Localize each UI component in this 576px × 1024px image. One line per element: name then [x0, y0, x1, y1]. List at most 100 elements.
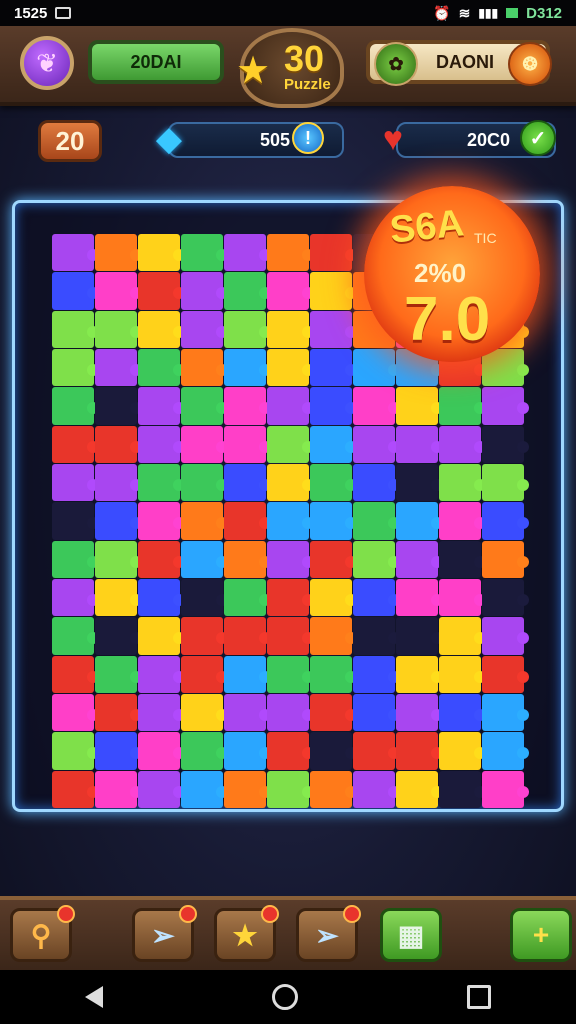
puzzle-piece[interactable]: [353, 693, 395, 732]
right-pill-button[interactable]: ✿ DAONI ❂: [366, 40, 552, 86]
puzzle-piece[interactable]: [396, 502, 438, 540]
puzzle-piece[interactable]: [95, 348, 137, 387]
puzzle-piece[interactable]: [267, 732, 309, 770]
puzzle-piece[interactable]: [439, 425, 481, 463]
puzzle-piece[interactable]: [482, 617, 524, 655]
puzzle-piece[interactable]: [95, 655, 137, 693]
puzzle-piece[interactable]: [439, 770, 481, 808]
puzzle-piece[interactable]: [224, 655, 266, 693]
puzzle-piece[interactable]: [267, 348, 309, 387]
puzzle-piece[interactable]: [267, 578, 309, 617]
puzzle-piece[interactable]: [396, 463, 438, 502]
puzzle-piece[interactable]: [95, 272, 137, 310]
puzzle-piece[interactable]: [267, 655, 309, 693]
puzzle-piece[interactable]: [310, 272, 352, 310]
puzzle-piece[interactable]: [52, 463, 94, 502]
paper-plane-button-2[interactable]: ➢: [296, 905, 361, 962]
puzzle-piece[interactable]: [181, 693, 223, 732]
puzzle-piece[interactable]: [52, 387, 94, 425]
puzzle-piece[interactable]: [396, 578, 438, 617]
puzzle-piece[interactable]: [224, 387, 266, 425]
puzzle-piece[interactable]: [310, 617, 352, 655]
add-button[interactable]: +: [510, 908, 572, 962]
puzzle-piece[interactable]: [482, 540, 524, 578]
puzzle-piece[interactable]: [439, 540, 481, 578]
puzzle-piece[interactable]: [95, 693, 137, 732]
puzzle-piece[interactable]: [138, 463, 180, 502]
puzzle-piece[interactable]: [353, 387, 395, 425]
puzzle-piece[interactable]: [267, 693, 309, 732]
puzzle-piece[interactable]: [396, 770, 438, 808]
puzzle-piece[interactable]: [439, 655, 481, 693]
puzzle-piece[interactable]: [52, 502, 94, 540]
puzzle-piece[interactable]: [439, 463, 481, 502]
puzzle-piece[interactable]: [310, 578, 352, 617]
puzzle-piece[interactable]: [482, 770, 524, 808]
puzzle-piece[interactable]: [181, 732, 223, 770]
puzzle-piece[interactable]: [95, 425, 137, 463]
puzzle-piece[interactable]: [52, 540, 94, 578]
puzzle-piece[interactable]: [138, 387, 180, 425]
puzzle-piece[interactable]: [396, 693, 438, 732]
box-button[interactable]: ▦: [380, 908, 442, 962]
puzzle-piece[interactable]: [439, 617, 481, 655]
puzzle-piece[interactable]: [52, 770, 94, 808]
puzzle-piece[interactable]: [482, 693, 524, 732]
puzzle-piece[interactable]: [310, 502, 352, 540]
puzzle-piece[interactable]: [267, 540, 309, 578]
puzzle-piece[interactable]: [138, 234, 180, 272]
puzzle-piece[interactable]: [353, 732, 395, 770]
puzzle-piece[interactable]: [181, 655, 223, 693]
check-icon[interactable]: ✓: [520, 120, 556, 156]
puzzle-piece[interactable]: [267, 387, 309, 425]
puzzle-piece[interactable]: [95, 310, 137, 348]
puzzle-piece[interactable]: [224, 234, 266, 272]
puzzle-piece[interactable]: [181, 578, 223, 617]
puzzle-piece[interactable]: [482, 732, 524, 770]
puzzle-piece[interactable]: [439, 693, 481, 732]
puzzle-piece[interactable]: [396, 540, 438, 578]
puzzle-piece[interactable]: [224, 770, 266, 808]
puzzle-piece[interactable]: [52, 272, 94, 310]
puzzle-piece[interactable]: [482, 655, 524, 693]
puzzle-piece[interactable]: [95, 540, 137, 578]
puzzle-piece[interactable]: [353, 348, 395, 387]
puzzle-piece[interactable]: [310, 655, 352, 693]
puzzle-piece[interactable]: [52, 425, 94, 463]
puzzle-piece[interactable]: [52, 732, 94, 770]
puzzle-piece[interactable]: [224, 272, 266, 310]
puzzle-piece[interactable]: [52, 234, 94, 272]
puzzle-piece[interactable]: [52, 578, 94, 617]
puzzle-piece[interactable]: [353, 578, 395, 617]
puzzle-piece[interactable]: [310, 693, 352, 732]
puzzle-piece[interactable]: [224, 425, 266, 463]
puzzle-piece[interactable]: [224, 463, 266, 502]
puzzle-piece[interactable]: [52, 655, 94, 693]
puzzle-piece[interactable]: [353, 425, 395, 463]
puzzle-piece[interactable]: [181, 272, 223, 310]
puzzle-piece[interactable]: [267, 463, 309, 502]
puzzle-piece[interactable]: [267, 272, 309, 310]
puzzle-piece[interactable]: [224, 540, 266, 578]
puzzle-piece[interactable]: [138, 540, 180, 578]
puzzle-piece[interactable]: [310, 732, 352, 770]
puzzle-piece[interactable]: [138, 425, 180, 463]
puzzle-piece[interactable]: [396, 425, 438, 463]
puzzle-piece[interactable]: [95, 387, 137, 425]
left-pill-button[interactable]: 20DAI: [88, 40, 224, 84]
puzzle-piece[interactable]: [181, 502, 223, 540]
puzzle-piece[interactable]: [267, 425, 309, 463]
puzzle-piece[interactable]: [95, 502, 137, 540]
puzzle-piece[interactable]: [439, 578, 481, 617]
recents-icon[interactable]: [467, 985, 492, 1009]
puzzle-piece[interactable]: [52, 348, 94, 387]
puzzle-piece[interactable]: [353, 655, 395, 693]
puzzle-piece[interactable]: [138, 348, 180, 387]
puzzle-piece[interactable]: [482, 502, 524, 540]
puzzle-piece[interactable]: [95, 463, 137, 502]
puzzle-piece[interactable]: [310, 310, 352, 348]
puzzle-piece[interactable]: [439, 732, 481, 770]
puzzle-piece[interactable]: [396, 732, 438, 770]
puzzle-piece[interactable]: [52, 617, 94, 655]
puzzle-piece[interactable]: [482, 425, 524, 463]
